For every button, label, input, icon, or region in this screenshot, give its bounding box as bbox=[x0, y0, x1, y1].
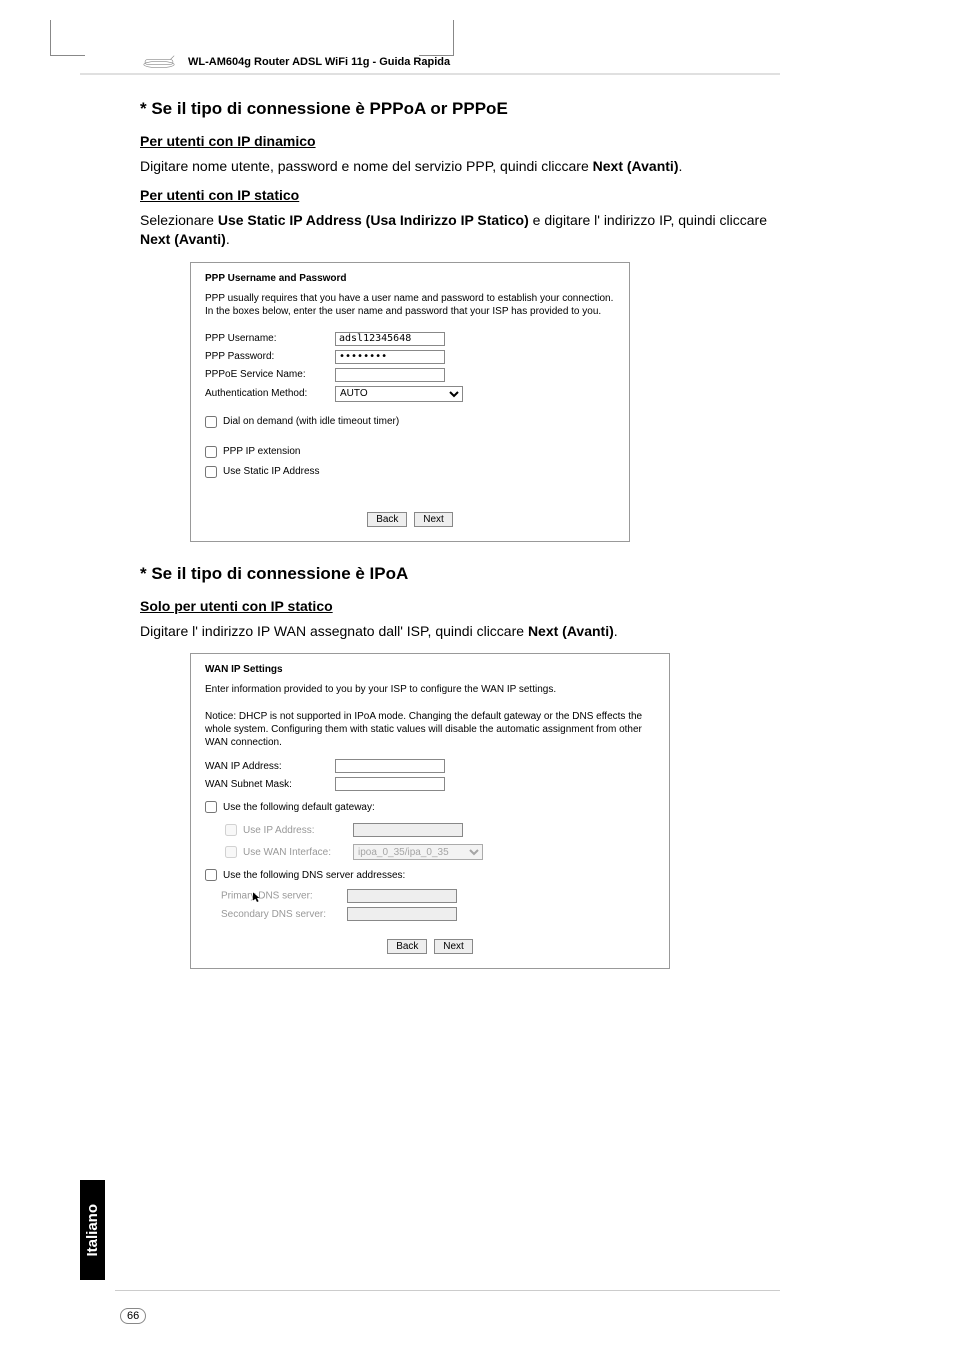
wan-mask-label: WAN Subnet Mask: bbox=[205, 779, 335, 790]
ppp-service-input[interactable] bbox=[335, 368, 445, 382]
static-ip-heading: Per utenti con IP statico bbox=[140, 187, 780, 203]
ppp-password-input[interactable] bbox=[335, 350, 445, 364]
use-ip-address-checkbox[interactable] bbox=[225, 824, 237, 836]
ppp-auth-select[interactable]: AUTO bbox=[335, 386, 463, 402]
s2-body-bold: Next (Avanti) bbox=[528, 623, 614, 639]
router-icon bbox=[140, 55, 178, 69]
wan-desc: Enter information provided to you by you… bbox=[205, 683, 655, 696]
ppp-settings-panel: PPP Username and Password PPP usually re… bbox=[190, 262, 630, 542]
s2-body-post: . bbox=[614, 623, 618, 639]
dyn-body-post: . bbox=[678, 158, 682, 174]
doc-header: WL-AM604g Router ADSL WiFi 11g - Guida R… bbox=[80, 55, 780, 75]
primary-dns-label: Primary DNS server: bbox=[221, 890, 347, 902]
stat-body-pre: Selezionare bbox=[140, 212, 218, 228]
wan-ip-label: WAN IP Address: bbox=[205, 761, 335, 772]
ppp-username-input[interactable] bbox=[335, 332, 445, 346]
ppp-title: PPP Username and Password bbox=[205, 273, 615, 284]
ppp-ip-ext-label: PPP IP extension bbox=[223, 446, 300, 457]
wan-settings-panel: WAN IP Settings Enter information provid… bbox=[190, 653, 670, 969]
ppp-next-button[interactable]: Next bbox=[414, 512, 453, 527]
stat-body-bold1: Use Static IP Address (Usa Indirizzo IP … bbox=[218, 212, 529, 228]
ppp-username-label: PPP Username: bbox=[205, 333, 335, 344]
dyn-body-bold: Next (Avanti) bbox=[593, 158, 679, 174]
use-static-ip-checkbox[interactable] bbox=[205, 466, 217, 478]
ppp-auth-label: Authentication Method: bbox=[205, 388, 335, 399]
page-number: 66 bbox=[120, 1308, 146, 1324]
wan-mask-input[interactable] bbox=[335, 777, 445, 791]
secondary-dns-label: Secondary DNS server: bbox=[221, 909, 347, 920]
ppp-back-button[interactable]: Back bbox=[367, 512, 407, 527]
use-dns-label: Use the following DNS server addresses: bbox=[223, 870, 405, 881]
section2-body: Digitare l' indirizzo IP WAN assegnato d… bbox=[140, 622, 780, 642]
language-tab: Italiano bbox=[80, 1180, 105, 1280]
use-dns-checkbox[interactable] bbox=[205, 869, 217, 881]
header-product-line: WL-AM604g Router ADSL WiFi 11g - Guida R… bbox=[188, 56, 450, 68]
section1-heading: * Se il tipo di connessione è PPPoA or P… bbox=[140, 99, 780, 119]
static-ip-body: Selezionare Use Static IP Address (Usa I… bbox=[140, 211, 780, 250]
secondary-dns-input[interactable] bbox=[347, 907, 457, 921]
use-wan-interface-checkbox[interactable] bbox=[225, 846, 237, 858]
wan-notice: Notice: DHCP is not supported in IPoA mo… bbox=[205, 710, 655, 749]
dyn-body-pre: Digitare nome utente, password e nome de… bbox=[140, 158, 593, 174]
ppp-password-label: PPP Password: bbox=[205, 351, 335, 362]
use-wan-interface-label: Use WAN Interface: bbox=[243, 847, 353, 858]
cursor-icon bbox=[253, 892, 261, 904]
stat-body-bold2: Next (Avanti) bbox=[140, 231, 226, 247]
gateway-ip-input[interactable] bbox=[353, 823, 463, 837]
wan-ip-input[interactable] bbox=[335, 759, 445, 773]
use-default-gateway-label: Use the following default gateway: bbox=[223, 802, 375, 813]
ppp-service-label: PPPoE Service Name: bbox=[205, 369, 335, 380]
dynamic-ip-heading: Per utenti con IP dinamico bbox=[140, 133, 780, 149]
stat-body-post: . bbox=[226, 231, 230, 247]
wan-next-button[interactable]: Next bbox=[434, 939, 473, 954]
ppp-desc: PPP usually requires that you have a use… bbox=[205, 292, 615, 318]
ppp-ip-ext-checkbox[interactable] bbox=[205, 446, 217, 458]
dial-on-demand-label: Dial on demand (with idle timeout timer) bbox=[223, 416, 399, 427]
use-default-gateway-checkbox[interactable] bbox=[205, 801, 217, 813]
footer-line bbox=[115, 1290, 780, 1291]
stat-body-mid: e digitare l' indirizzo IP, quindi clicc… bbox=[529, 212, 767, 228]
wan-back-button[interactable]: Back bbox=[387, 939, 427, 954]
section2-heading: * Se il tipo di connessione è IPoA bbox=[140, 564, 780, 584]
dial-on-demand-checkbox[interactable] bbox=[205, 416, 217, 428]
wan-title: WAN IP Settings bbox=[205, 664, 655, 675]
primary-dns-input[interactable] bbox=[347, 889, 457, 903]
s2-body-pre: Digitare l' indirizzo IP WAN assegnato d… bbox=[140, 623, 528, 639]
use-static-ip-label: Use Static IP Address bbox=[223, 466, 320, 477]
section2-sub-heading: Solo per utenti con IP statico bbox=[140, 598, 780, 614]
wan-interface-select[interactable]: ipoa_0_35/ipa_0_35 bbox=[353, 844, 483, 860]
dynamic-ip-body: Digitare nome utente, password e nome de… bbox=[140, 157, 780, 177]
use-ip-address-label: Use IP Address: bbox=[243, 825, 353, 836]
